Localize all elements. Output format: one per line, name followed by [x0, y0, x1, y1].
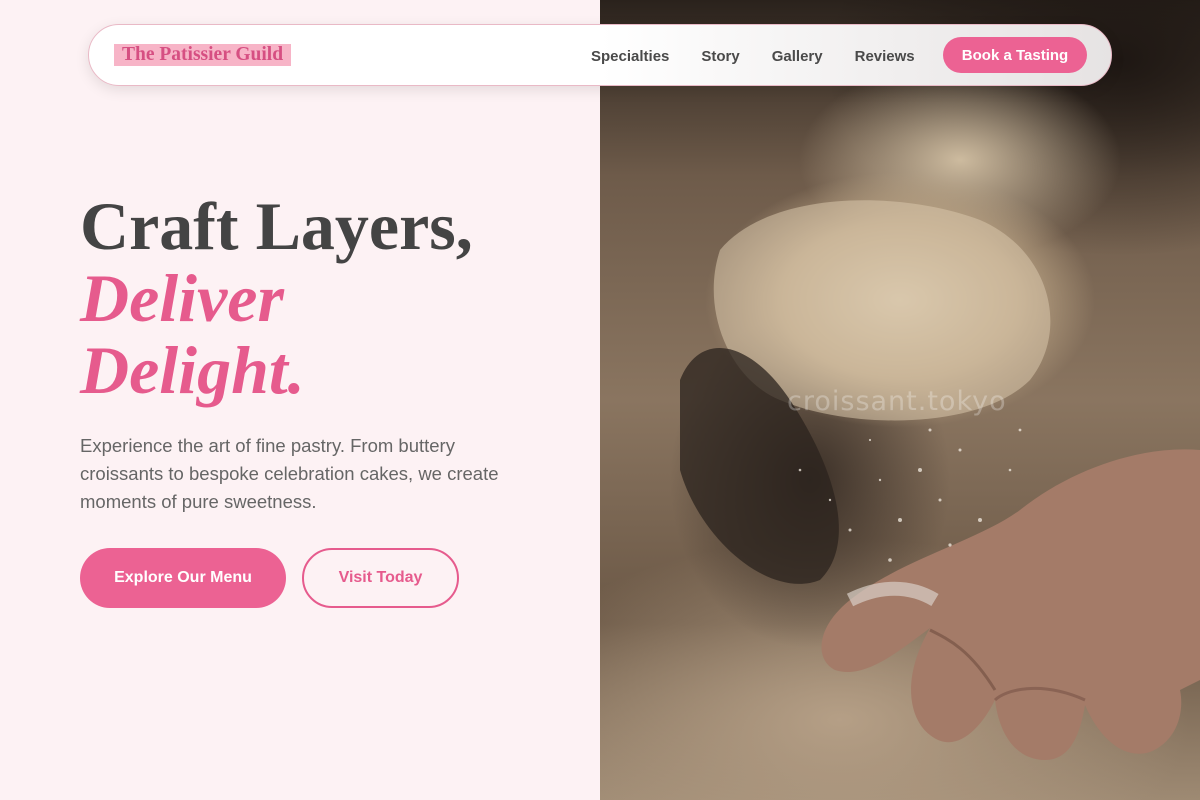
- nav-link-story[interactable]: Story: [701, 48, 739, 65]
- nav-links: Specialties Story Gallery Reviews: [591, 25, 947, 87]
- hero-headline: Craft Layers, Deliver Delight.: [80, 190, 580, 406]
- nav-link-specialties[interactable]: Specialties: [591, 48, 669, 65]
- nav-link-gallery[interactable]: Gallery: [772, 48, 823, 65]
- hero-description: Experience the art of fine pastry. From …: [80, 435, 499, 512]
- visit-today-button[interactable]: Visit Today: [302, 548, 459, 608]
- brand-logo[interactable]: The Patissier Guild: [114, 44, 292, 66]
- hero-image: croissant.tokyo: [600, 0, 1200, 800]
- headline-line-1: Craft Layers,: [80, 188, 473, 264]
- nav-link-reviews[interactable]: Reviews: [855, 48, 915, 65]
- headline-line-2: Deliver: [80, 260, 284, 336]
- image-watermark: croissant.tokyo: [787, 386, 1007, 417]
- headline-line-3: Delight.: [80, 332, 305, 408]
- header-nav: The Patissier Guild Specialties Story Ga…: [88, 24, 1112, 86]
- book-tasting-button[interactable]: Book a Tasting: [943, 37, 1087, 73]
- explore-menu-button[interactable]: Explore Our Menu: [80, 548, 286, 608]
